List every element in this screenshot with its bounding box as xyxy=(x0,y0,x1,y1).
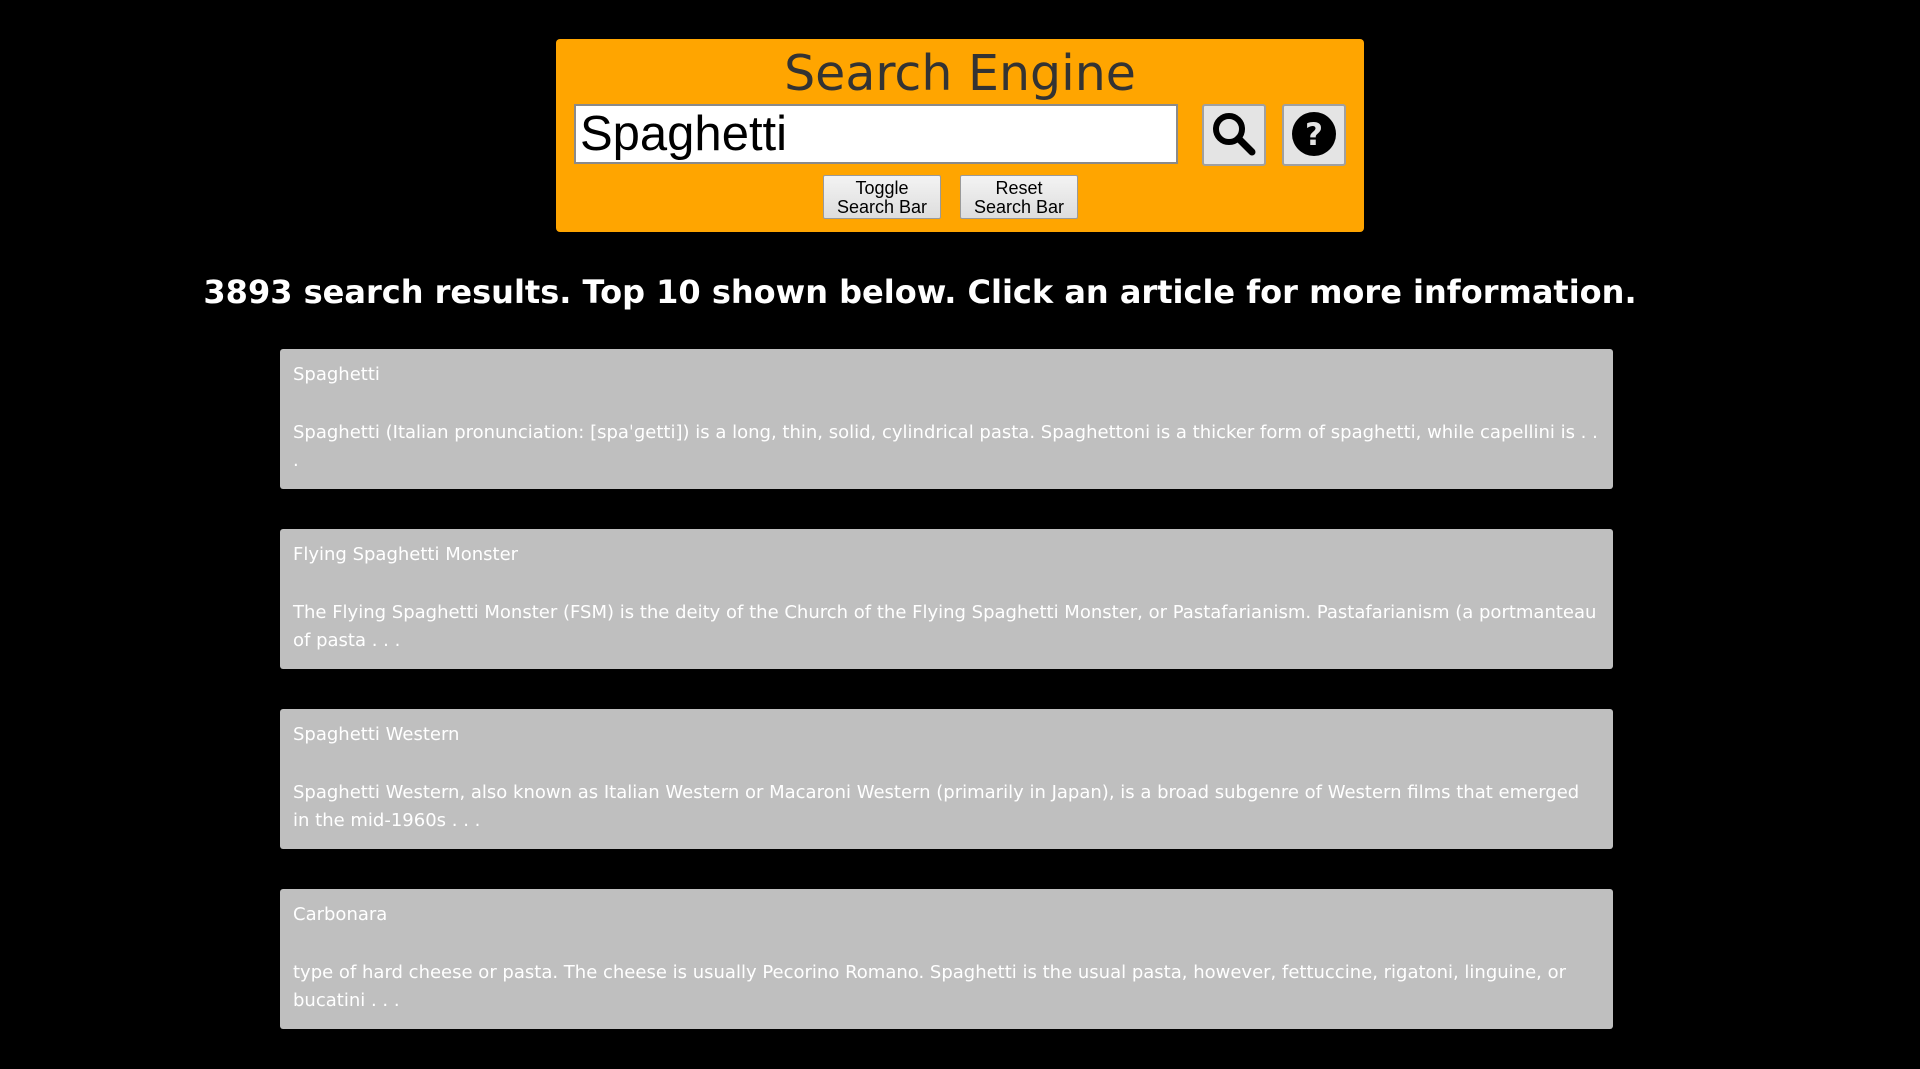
magnifier-icon xyxy=(1210,110,1258,161)
result-title[interactable]: Flying Spaghetti Monster xyxy=(293,543,1600,567)
results-summary: 3893 search results. Top 10 shown below.… xyxy=(203,273,1637,311)
page-title: Search Engine xyxy=(784,45,1136,102)
result-snippet: The Flying Spaghetti Monster (FSM) is th… xyxy=(293,602,1597,651)
result-snippet: Spaghetti (Italian pronunciation: [spaˈɡ… xyxy=(293,422,1598,471)
svg-text:?: ? xyxy=(1305,117,1323,153)
result-title[interactable]: Carbonara xyxy=(293,903,1600,927)
reset-search-bar-button[interactable]: Reset Search Bar xyxy=(960,175,1078,219)
result-card[interactable]: Spaghetti Western Spaghetti Western, als… xyxy=(280,709,1613,849)
result-snippet: Spaghetti Western, also known as Italian… xyxy=(293,782,1580,831)
result-card[interactable]: Flying Spaghetti Monster The Flying Spag… xyxy=(280,529,1613,669)
reset-label-line1: Reset xyxy=(995,178,1043,198)
result-snippet: type of hard cheese or pasta. The cheese… xyxy=(293,962,1566,1011)
result-title[interactable]: Spaghetti xyxy=(293,363,1600,387)
search-button[interactable] xyxy=(1202,104,1266,166)
search-input[interactable] xyxy=(574,104,1178,164)
search-header-panel: Search Engine ? Toggle Search Bar Reset … xyxy=(556,39,1364,232)
result-card[interactable]: Carbonara type of hard cheese or pasta. … xyxy=(280,889,1613,1029)
question-circle-icon: ? xyxy=(1290,110,1338,161)
result-title[interactable]: Spaghetti Western xyxy=(293,723,1600,747)
toggle-label-line2: Search Bar xyxy=(836,197,928,217)
results-list: Spaghetti Spaghetti (Italian pronunciati… xyxy=(280,349,1613,1069)
reset-label-line2: Search Bar xyxy=(973,197,1065,217)
toggle-label-line1: Toggle xyxy=(855,178,909,198)
result-card[interactable]: Spaghetti Spaghetti (Italian pronunciati… xyxy=(280,349,1613,489)
toggle-search-bar-button[interactable]: Toggle Search Bar xyxy=(823,175,941,219)
help-button[interactable]: ? xyxy=(1282,104,1346,166)
